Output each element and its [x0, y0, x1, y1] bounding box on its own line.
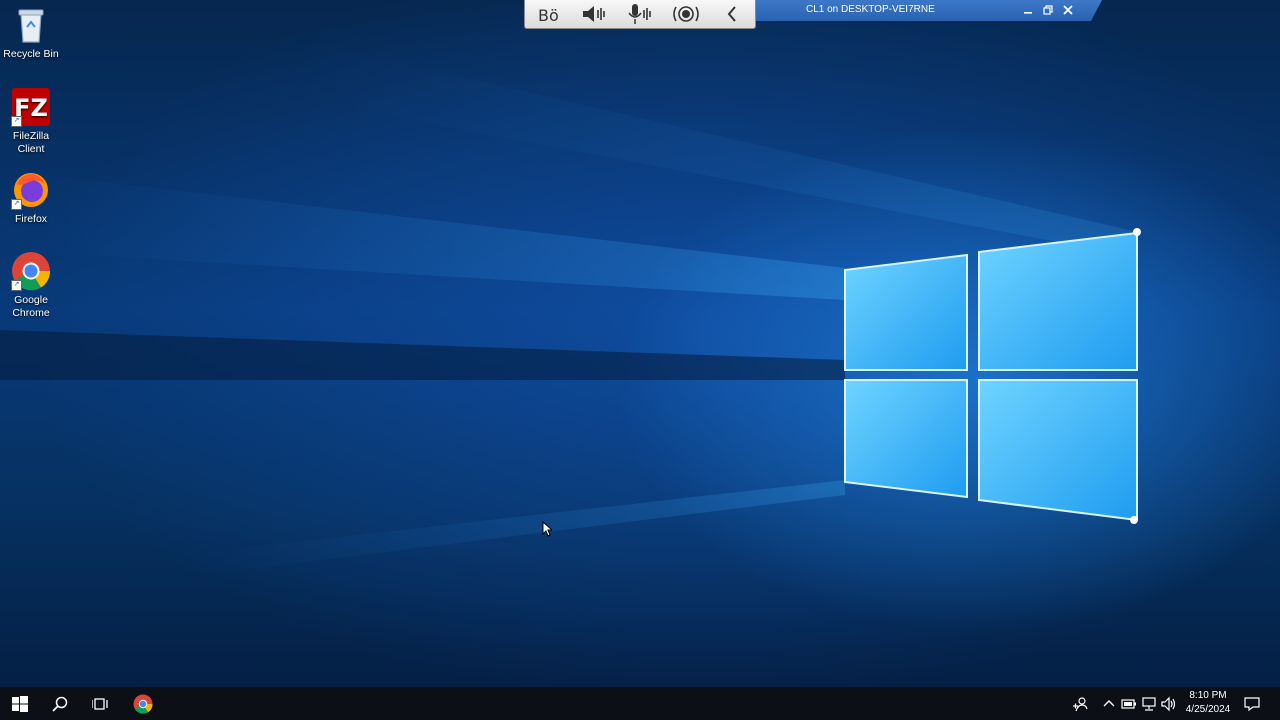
taskbar-clock[interactable]: 8:10 PM 4/25/2024: [1180, 689, 1236, 717]
shortcut-arrow-icon: ↗: [11, 280, 22, 291]
battery-icon[interactable]: [1120, 695, 1138, 713]
mouse-cursor-icon: [542, 520, 554, 542]
action-center-icon[interactable]: [1243, 695, 1261, 713]
chrome-icon: ↗: [11, 251, 51, 291]
remote-session-titlebar[interactable]: CL1 on DESKTOP-VEI7RNE: [756, 0, 1102, 21]
remote-session-toolbar: Bö: [524, 0, 756, 29]
desktop-icon-label: FileZilla: [12, 130, 50, 142]
task-view-icon[interactable]: [80, 687, 120, 720]
desktop-icon-label: Recycle Bin: [3, 48, 59, 60]
minimize-icon[interactable]: [1020, 2, 1036, 18]
recycle-bin-icon: [11, 5, 51, 45]
chevron-up-icon[interactable]: [1100, 695, 1118, 713]
microphone-icon[interactable]: [624, 1, 656, 27]
desktop-icon-label: Chrome: [12, 307, 50, 319]
search-icon[interactable]: [40, 687, 80, 720]
desktop-icon-google-chrome[interactable]: ↗ Google Chrome: [2, 251, 60, 320]
braille-icon[interactable]: Bö: [532, 1, 564, 27]
windows-logo-light-rays: [0, 40, 1141, 575]
restore-icon[interactable]: [1040, 2, 1056, 18]
desktop-icon-label: Client: [17, 143, 45, 155]
close-icon[interactable]: [1060, 2, 1076, 18]
people-icon[interactable]: [1071, 695, 1089, 713]
filezilla-icon: FZ ↗: [11, 87, 51, 127]
desktop-icon-firefox[interactable]: ↗ Firefox: [2, 170, 60, 226]
clock-date: 4/25/2024: [1185, 704, 1231, 715]
network-icon[interactable]: [1140, 695, 1158, 713]
firefox-icon: ↗: [11, 170, 51, 210]
desktop-icon-label: Firefox: [14, 213, 48, 225]
desktop-wallpaper: [0, 0, 1280, 687]
shortcut-arrow-icon: ↗: [11, 116, 22, 127]
chrome-icon: [133, 694, 153, 714]
desktop-icon-recycle-bin[interactable]: Recycle Bin: [2, 5, 60, 61]
collapse-chevron-icon[interactable]: [716, 1, 748, 27]
taskbar: 8:10 PM 4/25/2024: [0, 687, 1280, 720]
broadcast-icon[interactable]: [670, 1, 702, 27]
taskbar-chrome-button[interactable]: [122, 687, 164, 720]
desktop-icon-filezilla[interactable]: FZ ↗ FileZilla Client: [2, 87, 60, 156]
speaker-icon[interactable]: [578, 1, 610, 27]
shortcut-arrow-icon: ↗: [11, 199, 22, 210]
remote-session-title: CL1 on DESKTOP-VEI7RNE: [806, 4, 935, 15]
svg-text:Bö: Bö: [538, 6, 559, 25]
start-icon[interactable]: [0, 687, 40, 720]
volume-icon[interactable]: [1160, 695, 1178, 713]
clock-time: 8:10 PM: [1189, 690, 1227, 701]
desktop-icon-label: Google: [14, 294, 48, 306]
